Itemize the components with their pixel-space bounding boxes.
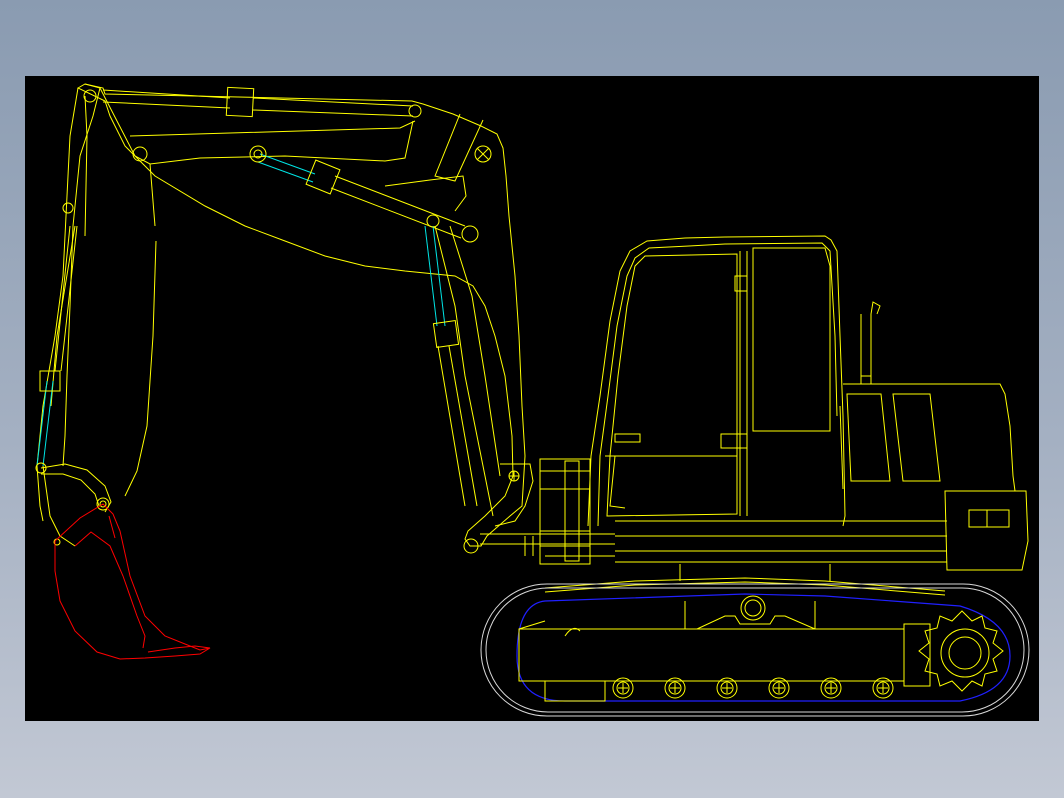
arm: [36, 87, 101, 547]
undercarriage: [480, 564, 1030, 717]
bucket: [54, 503, 211, 660]
cad-viewport[interactable]: [25, 76, 1039, 721]
cab: [587, 235, 846, 527]
excavator-drawing: [35, 83, 1030, 717]
boom: [76, 83, 526, 547]
pins: [35, 89, 492, 554]
engine-hood: [615, 301, 1029, 571]
